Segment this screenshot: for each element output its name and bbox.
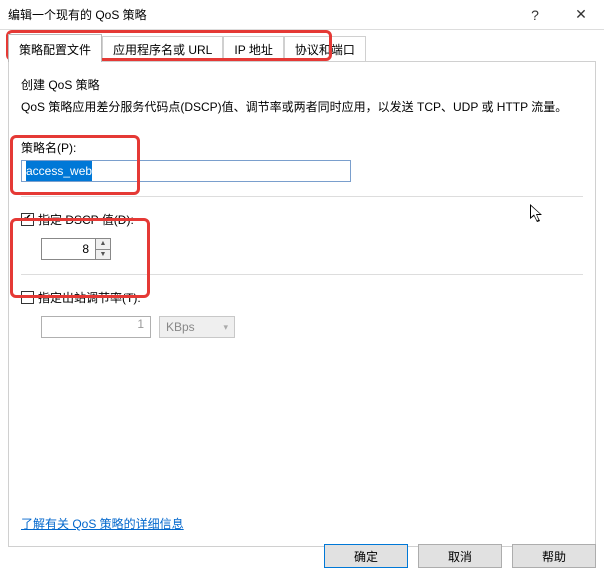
window-title: 编辑一个现有的 QoS 策略 (8, 6, 512, 23)
policy-name-label: 策略名(P): (21, 139, 583, 156)
tab-strip: 策略配置文件 应用程序名或 URL IP 地址 协议和端口 (0, 30, 604, 62)
chevron-down-icon: ▾ (223, 322, 228, 333)
dscp-spin-buttons[interactable]: ▲ ▼ (95, 238, 111, 260)
dialog-buttons: 确定 取消 帮助 (324, 544, 596, 568)
learn-more-link[interactable]: 了解有关 QoS 策略的详细信息 (21, 515, 184, 532)
close-icon[interactable]: ✕ (558, 0, 604, 30)
policy-name-input[interactable]: access_web (21, 160, 351, 182)
title-bar: 编辑一个现有的 QoS 策略 ? ✕ (0, 0, 604, 30)
rate-value-input: 1 (41, 316, 151, 338)
divider (21, 196, 583, 197)
dscp-checkbox[interactable] (21, 213, 34, 226)
policy-name-value: access_web (26, 161, 92, 181)
spin-down-icon[interactable]: ▼ (96, 249, 110, 260)
rate-unit-select: KBps ▾ (159, 316, 235, 338)
dscp-label: 指定 DSCP 值(D): (38, 211, 134, 228)
section-description: QoS 策略应用差分服务代码点(DSCP)值、调节率或两者同时应用，以发送 TC… (21, 99, 583, 115)
dscp-spin[interactable]: ▲ ▼ (41, 238, 583, 260)
help-button[interactable]: 帮助 (512, 544, 596, 568)
ok-button[interactable]: 确定 (324, 544, 408, 568)
tab-app-or-url[interactable]: 应用程序名或 URL (102, 36, 223, 62)
tab-ip-address[interactable]: IP 地址 (223, 36, 283, 62)
spin-up-icon[interactable]: ▲ (96, 239, 110, 249)
divider (21, 274, 583, 275)
tab-protocol-port[interactable]: 协议和端口 (284, 36, 366, 62)
rate-label: 指定出站调节率(T): (38, 289, 141, 306)
cancel-button[interactable]: 取消 (418, 544, 502, 568)
tab-panel: 创建 QoS 策略 QoS 策略应用差分服务代码点(DSCP)值、调节率或两者同… (8, 61, 596, 547)
tab-policy-profile[interactable]: 策略配置文件 (8, 34, 102, 62)
rate-checkbox[interactable] (21, 291, 34, 304)
rate-unit-label: KBps (166, 320, 195, 334)
help-icon[interactable]: ? (512, 0, 558, 30)
dscp-value-input[interactable] (41, 238, 95, 260)
section-title: 创建 QoS 策略 (21, 76, 583, 93)
